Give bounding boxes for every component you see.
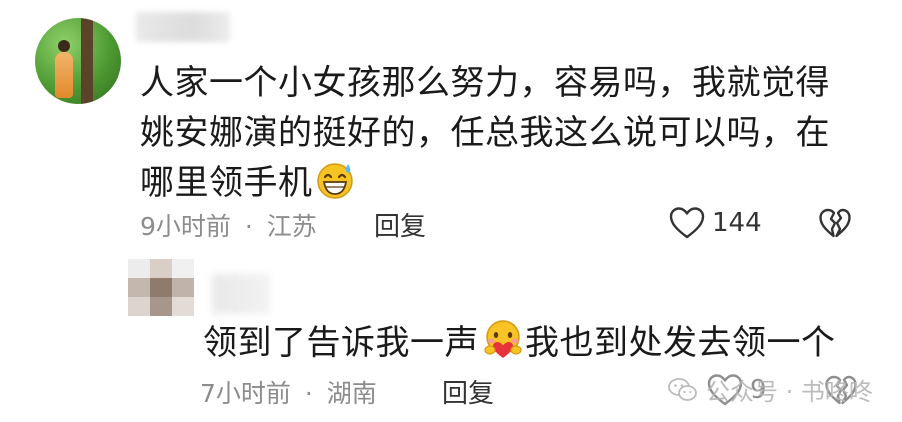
like-count: 144 — [712, 208, 762, 238]
comment-text: 领到了告诉我一声 我也到处发去领一个 — [203, 318, 836, 368]
avatar-tree-shape — [81, 18, 93, 104]
avatar-figure-body — [55, 52, 73, 98]
avatar-pixel — [150, 297, 172, 316]
meta-separator: · — [304, 379, 313, 408]
comment-time: 9小时前 — [140, 212, 231, 241]
avatar[interactable] — [128, 259, 194, 317]
grinning-sweat-emoji — [316, 163, 353, 199]
comment-location: 湖南 — [326, 379, 377, 408]
comment-text-segment: 我也到处发去领一个 — [525, 323, 836, 363]
face-holding-heart-emoji — [484, 320, 522, 358]
heart-outline-icon — [669, 207, 705, 239]
comment-location: 江苏 — [266, 212, 317, 241]
wechat-icon — [668, 377, 697, 401]
reply-button[interactable]: 回复 — [374, 206, 426, 243]
username-redacted — [212, 274, 270, 314]
avatar-pixel — [150, 278, 172, 297]
username-redacted — [136, 12, 230, 42]
avatar-pixel — [172, 297, 194, 316]
broken-heart-icon — [819, 208, 851, 238]
reply-button[interactable]: 回复 — [442, 373, 494, 410]
avatar-figure-head — [58, 40, 70, 52]
comment-time: 7小时前 — [200, 379, 291, 408]
avatar-pixel — [128, 259, 150, 278]
watermark-text: 公众号 · 书咚咚 — [706, 378, 873, 406]
avatar[interactable] — [35, 18, 121, 104]
comment-item: 领到了告诉我一声 我也到处发去领一个 7小时前 · 湖南 回复 9 公众号 · … — [0, 250, 902, 422]
comment-text-line: 姚安娜演的挺好的，任总我这么说可以吗，在 — [140, 113, 830, 153]
like-button[interactable]: 144 — [668, 206, 762, 240]
watermark: 公众号 · 书咚咚 — [668, 372, 873, 407]
comment-text-line: 人家一个小女孩那么努力，容易吗，我就觉得 — [140, 63, 830, 103]
avatar-pixel — [172, 278, 194, 297]
avatar-pixel — [150, 259, 172, 278]
dislike-button[interactable] — [818, 207, 852, 243]
avatar-pixel — [172, 259, 194, 278]
avatar-pixel — [128, 278, 150, 297]
meta-separator: · — [244, 212, 253, 241]
comment-text-line: 哪里领手机 — [140, 158, 860, 208]
comment-text: 人家一个小女孩那么努力，容易吗，我就觉得 姚安娜演的挺好的，任总我这么说可以吗，… — [140, 58, 860, 208]
comment-item: 人家一个小女孩那么努力，容易吗，我就觉得 姚安娜演的挺好的，任总我这么说可以吗，… — [0, 0, 902, 250]
comment-text-segment: 哪里领手机 — [140, 163, 313, 203]
comment-text-segment: 领到了告诉我一声 — [203, 323, 479, 363]
comment-meta: 9小时前 · 江苏 — [140, 207, 317, 243]
avatar-pixel — [128, 297, 150, 316]
comment-meta: 7小时前 · 湖南 — [200, 374, 377, 410]
